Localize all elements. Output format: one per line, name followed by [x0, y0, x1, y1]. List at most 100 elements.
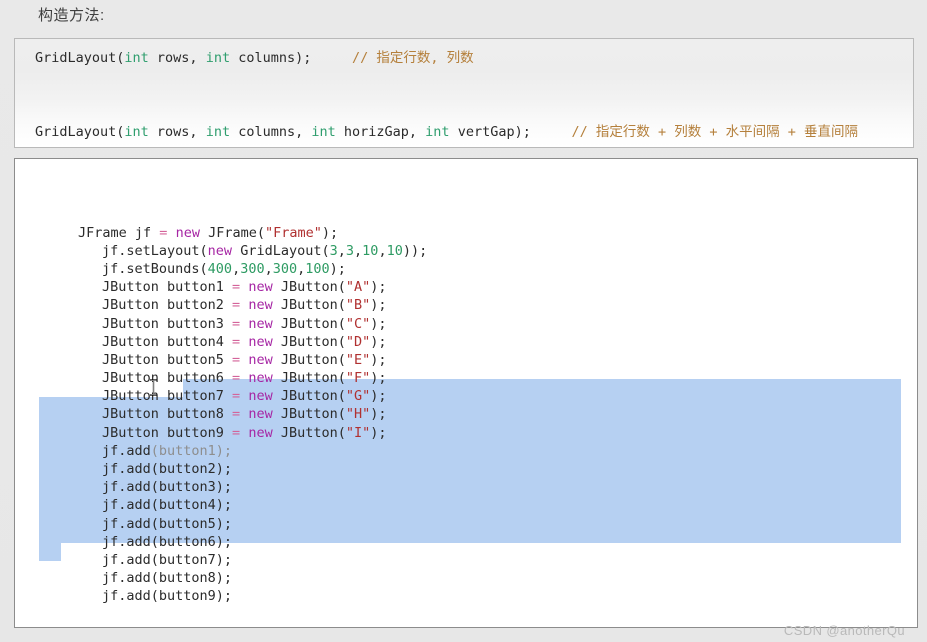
code-token-str: "Frame" — [264, 224, 322, 241]
code-line[interactable]: jf.add(button5); — [15, 515, 917, 533]
code-token-plain: , — [264, 260, 273, 277]
code-line[interactable]: jf.add(button3); — [15, 478, 917, 496]
code-token-plain: JButton( — [272, 333, 346, 350]
code-line[interactable]: JButton button1 = new JButton("A"); — [15, 278, 917, 296]
code-token-plain: jf.add(button2); — [102, 461, 233, 478]
code-line[interactable]: JFrame jf = new JFrame("Frame"); — [15, 224, 917, 242]
code-token-plain: JButton( — [272, 388, 346, 405]
code-token-kw: new — [248, 388, 273, 405]
code-token-plain: columns, — [230, 124, 312, 140]
code-token-num: 3 — [329, 242, 338, 259]
code-token-kw: new — [248, 424, 273, 441]
code-token-kw: new — [248, 406, 273, 423]
code-line[interactable]: jf.add(button8); — [15, 569, 917, 587]
code-line[interactable]: jf.add(button6); — [15, 533, 917, 551]
code-token-op: = — [232, 424, 241, 441]
code-token-str: "A" — [345, 279, 371, 296]
code-token-plain: JButton( — [272, 351, 346, 368]
code-token-plain: jf.setLayout( — [102, 242, 208, 259]
code-token-type: int — [124, 50, 149, 66]
code-token-plain: columns); — [230, 50, 312, 66]
code-line[interactable]: jf.add(button1); — [15, 442, 917, 460]
code-line[interactable] — [15, 624, 917, 627]
code-token-plain: , — [378, 242, 387, 259]
code-token-type: int — [311, 124, 336, 140]
code-line[interactable]: JButton button8 = new JButton("H"); — [15, 405, 917, 423]
code-token-kw: new — [248, 315, 273, 332]
code-line[interactable]: JButton button6 = new JButton("F"); — [15, 369, 917, 387]
code-line[interactable]: JButton button4 = new JButton("D"); — [15, 333, 917, 351]
code-lines-container[interactable]: JFrame jf = new JFrame("Frame"); jf.setLa… — [15, 159, 917, 627]
code-token-plain: , — [232, 260, 241, 277]
code-token-str: "G" — [345, 388, 371, 405]
code-token-num: 300 — [272, 260, 298, 277]
code-token-num: 400 — [207, 260, 233, 277]
code-line[interactable]: jf.setLayout(new GridLayout(3,3,10,10)); — [15, 242, 917, 260]
code-token-op: = — [232, 388, 241, 405]
code-token-kw: new — [248, 370, 273, 387]
code-line[interactable]: jf.add(button9); — [15, 587, 917, 605]
code-line: GridLayout(int rows, int columns, int ho… — [35, 123, 858, 141]
code-token-op: = — [232, 333, 241, 350]
code-line[interactable]: jf.add(button7); — [15, 551, 917, 569]
code-line[interactable]: JButton button9 = new JButton("I"); — [15, 424, 917, 442]
code-token-str: "E" — [345, 351, 371, 368]
code-line[interactable]: JButton button2 = new JButton("B"); — [15, 296, 917, 314]
code-token-plain: jf.add(button6); — [102, 533, 233, 550]
page-title: 构造方法: — [38, 7, 105, 24]
example-code-block[interactable]: JFrame jf = new JFrame("Frame"); jf.setLa… — [14, 158, 918, 628]
code-token-op: = — [232, 315, 241, 332]
code-token-plain: rows, — [148, 50, 206, 66]
code-token-op: = — [232, 370, 241, 387]
code-token-plain: ); — [370, 351, 387, 368]
code-token-plain: JButton( — [272, 370, 346, 387]
code-token-plain: JButton( — [272, 424, 346, 441]
code-token-plain: JButton button9 — [102, 424, 233, 441]
code-token-op: = — [232, 406, 241, 423]
code-token-plain: jf.add(button7); — [102, 551, 233, 568]
code-token-plain: ); — [370, 279, 387, 296]
code-token-plain: jf.add(button4); — [102, 497, 233, 514]
code-token-plain: jf.add — [102, 442, 151, 459]
code-line[interactable]: JButton button5 = new JButton("E"); — [15, 351, 917, 369]
code-token-plain: JButton button1 — [102, 279, 233, 296]
code-token-str: "F" — [345, 370, 371, 387]
code-line[interactable]: JButton button3 = new JButton("C"); — [15, 315, 917, 333]
code-line[interactable]: JButton button7 = new JButton("G"); — [15, 387, 917, 405]
code-token-plain: ); — [370, 370, 387, 387]
code-token-str: "H" — [345, 406, 371, 423]
code-token-kw: new — [207, 242, 233, 259]
code-token-op: = — [232, 297, 241, 314]
code-token-plain: ); — [321, 224, 339, 241]
code-token-str: "B" — [345, 297, 371, 314]
code-token-plain: JButton( — [272, 279, 346, 296]
code-line: GridLayout(int rows, int columns); // 指定… — [35, 49, 474, 67]
code-token-plain: JFrame jf — [78, 224, 160, 241]
page-root: 构造方法: GridLayout(int rows, int columns);… — [0, 0, 927, 642]
code-token-type: int — [425, 124, 450, 140]
code-token-plain: , — [354, 242, 363, 259]
code-line[interactable]: jf.add(button2); — [15, 460, 917, 478]
code-token-plain: JButton button6 — [102, 370, 233, 387]
code-line[interactable] — [15, 606, 917, 624]
code-token-str: "D" — [345, 333, 371, 350]
code-token-kw: new — [175, 224, 200, 241]
code-token-plain: rows, — [148, 124, 206, 140]
code-token-num: 300 — [240, 260, 265, 277]
code-token-plain: ); — [370, 388, 387, 405]
code-token-type: int — [205, 50, 231, 66]
code-token-op: = — [232, 279, 241, 296]
code-token-plain: ); — [329, 260, 346, 277]
code-token-plain: ); — [370, 315, 387, 332]
code-line[interactable]: jf.setBounds(400,300,300,100); — [15, 260, 917, 278]
code-token-plain: JButton button2 — [102, 297, 233, 314]
code-token-plain: jf.add(button8); — [102, 570, 233, 587]
code-token-num: 3 — [345, 242, 355, 259]
code-token-cmt: // 指定行数 + 列数 + 水平间隔 + 垂直间隔 — [571, 124, 859, 140]
code-token-plain: jf.setBounds( — [102, 260, 208, 277]
code-line[interactable]: jf.add(button4); — [15, 496, 917, 514]
code-token-type: int — [124, 124, 149, 140]
